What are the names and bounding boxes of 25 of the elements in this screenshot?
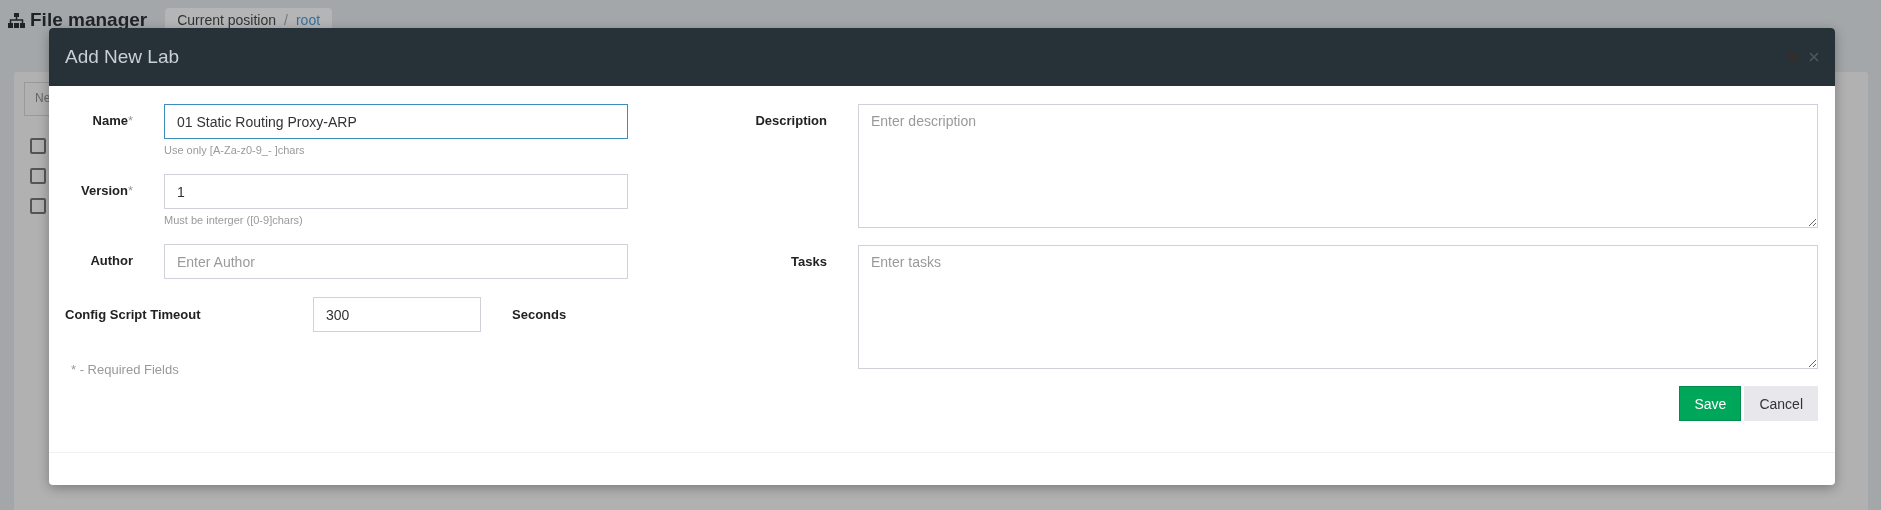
required-note: * - Required Fields: [71, 362, 180, 377]
sitemap-icon: [8, 12, 25, 28]
text-area[interactable]: Enter tasks: [858, 245, 1818, 369]
field-label: Version*: [79, 182, 133, 198]
cancel-button[interactable]: Cancel: [1744, 386, 1818, 421]
text-field[interactable]: Enter Author: [164, 244, 628, 279]
unit-label: Seconds: [512, 307, 567, 322]
text-field[interactable]: 01 Static Routing Proxy-ARP: [164, 104, 628, 139]
row-checkbox[interactable]: [30, 168, 46, 184]
field-hint: Must be interger ([0-9]chars): [164, 214, 304, 226]
timeout-field[interactable]: 300: [313, 297, 481, 332]
field-hint: Use only [A-Za-z0-9_- ]chars: [164, 144, 306, 156]
page-title: File manager: [30, 9, 148, 31]
text-area[interactable]: Enter description: [858, 104, 1818, 228]
field-label: Description: [754, 112, 827, 128]
breadcrumb-separator: /: [284, 12, 288, 28]
field-label: Name*: [91, 112, 133, 128]
field-label: Author: [89, 252, 133, 268]
row-checkbox[interactable]: [30, 198, 46, 214]
text-field[interactable]: 1: [164, 174, 628, 209]
breadcrumb-label: Current position: [177, 12, 277, 28]
row-checkbox[interactable]: [30, 138, 46, 154]
timeout-label: Config Script Timeout: [65, 307, 202, 322]
field-label: Tasks: [790, 253, 827, 269]
dialog-title: Add New Lab: [65, 46, 180, 68]
